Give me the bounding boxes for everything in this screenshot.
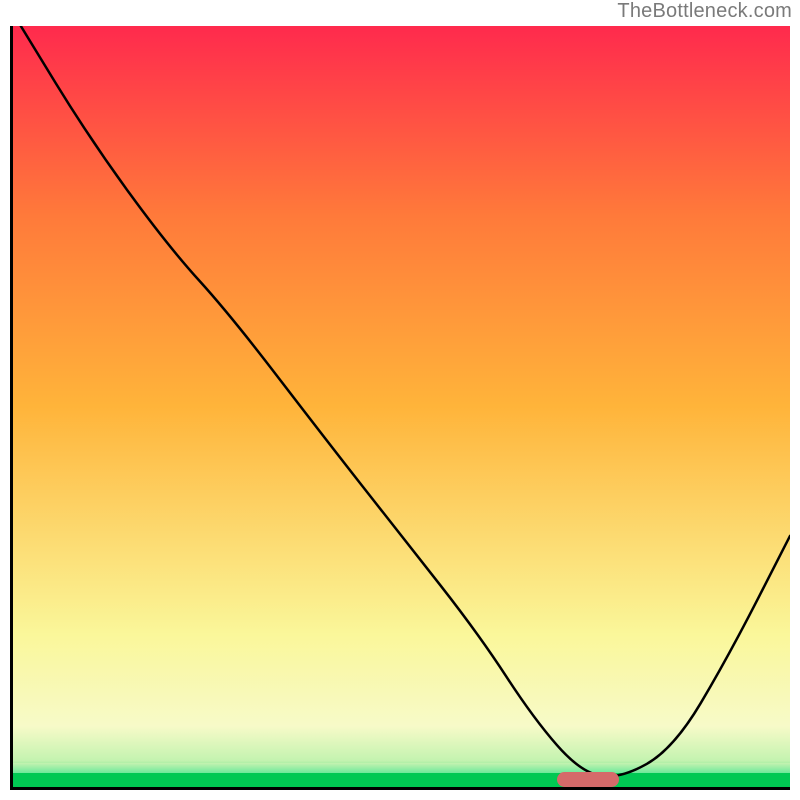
attribution-text: TheBottleneck.com [617, 0, 792, 23]
curve-line [13, 26, 790, 787]
axes [10, 26, 790, 790]
plot-area [13, 26, 790, 787]
chart-frame: TheBottleneck.com [0, 0, 800, 800]
optimal-marker [557, 772, 619, 787]
